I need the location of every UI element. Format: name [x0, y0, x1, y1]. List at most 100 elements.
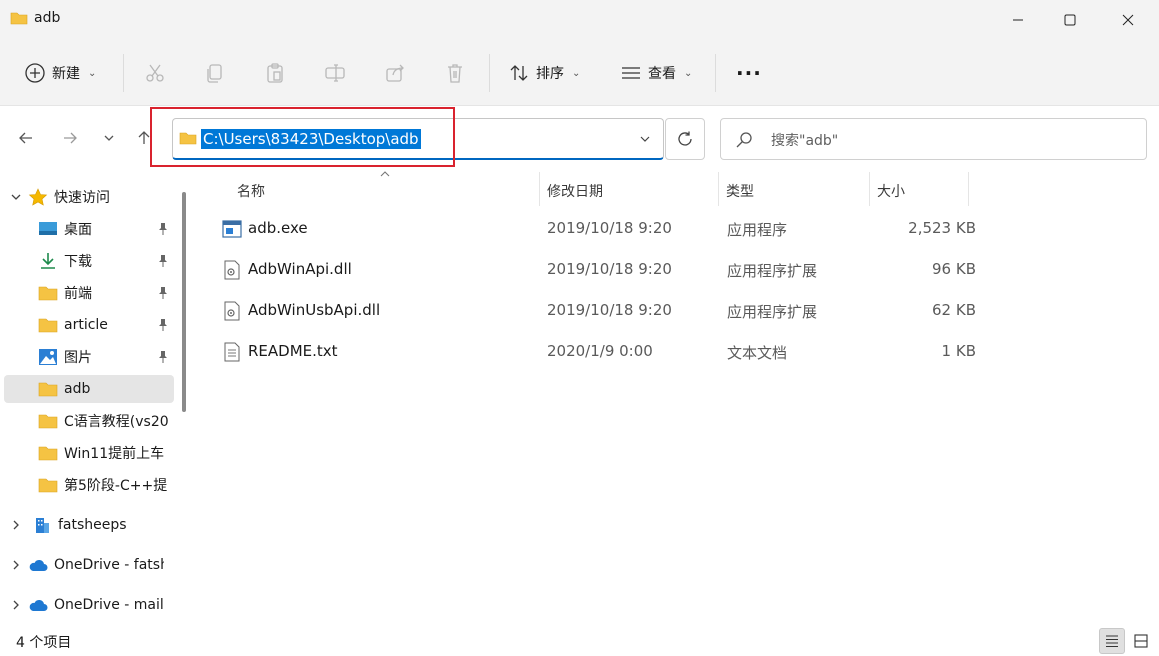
- file-name: adb.exe: [248, 219, 308, 237]
- column-divider[interactable]: [869, 172, 870, 206]
- new-button[interactable]: 新建 ⌄: [24, 58, 96, 88]
- column-date-label: 修改日期: [547, 184, 603, 200]
- chevron-down-icon: ⌄: [572, 67, 581, 79]
- sidebar-item-onedrive-fatsheeps[interactable]: OneDrive - fatsh: [28, 551, 174, 579]
- close-button[interactable]: [1100, 0, 1156, 40]
- folder-icon: [38, 318, 58, 333]
- forward-button[interactable]: [58, 126, 82, 150]
- details-view-button[interactable]: [1099, 628, 1125, 654]
- sidebar-item-frontend[interactable]: 前端: [38, 279, 174, 307]
- column-header-name[interactable]: 名称: [237, 176, 265, 206]
- navigation-pane: 快速访问 桌面 下载 前端 article 图片 adb C语言教程(vs20 …: [0, 170, 192, 626]
- sidebar-item-label: C语言教程(vs20: [64, 414, 169, 430]
- more-icon: ···: [736, 61, 762, 85]
- chevron-down-icon[interactable]: [9, 190, 23, 204]
- table-row[interactable]: AdbWinApi.dll 2019/10/18 9:20 应用程序扩展 96 …: [196, 250, 976, 290]
- search-placeholder: 搜索"adb": [771, 133, 839, 149]
- item-count: 4 个项目: [16, 635, 72, 651]
- back-button[interactable]: [14, 126, 38, 150]
- minimize-button[interactable]: [990, 0, 1046, 40]
- sidebar-item-win11[interactable]: Win11提前上车: [38, 439, 174, 467]
- column-divider[interactable]: [968, 172, 969, 206]
- sidebar-item-onedrive-mail[interactable]: OneDrive - mail.: [28, 591, 174, 619]
- chevron-down-icon[interactable]: [639, 133, 651, 145]
- sidebar-item-desktop[interactable]: 桌面: [38, 215, 174, 243]
- file-name: AdbWinUsbApi.dll: [248, 301, 381, 319]
- pin-icon: [159, 287, 167, 299]
- exe-icon: [222, 220, 242, 238]
- title-bar: adb: [0, 0, 1159, 40]
- table-row[interactable]: AdbWinUsbApi.dll 2019/10/18 9:20 应用程序扩展 …: [196, 291, 976, 331]
- highlight-box: [150, 107, 455, 167]
- recent-locations-button[interactable]: [97, 126, 121, 150]
- refresh-button[interactable]: [665, 118, 705, 160]
- sort-label: 排序: [536, 66, 564, 82]
- pin-icon: [159, 223, 167, 235]
- rename-button[interactable]: [324, 58, 346, 88]
- sidebar-item-label: fatsheeps: [58, 517, 127, 533]
- folder-icon: [10, 12, 28, 25]
- table-row[interactable]: adb.exe 2019/10/18 9:20 应用程序 2,523 KB: [196, 209, 976, 249]
- sidebar-item-article[interactable]: article: [38, 311, 174, 339]
- view-label: 查看: [648, 66, 676, 82]
- sidebar-item-downloads[interactable]: 下载: [38, 247, 174, 275]
- sidebar-item-c-tutorial[interactable]: C语言教程(vs20: [38, 407, 174, 435]
- sidebar-item-adb[interactable]: adb: [4, 375, 174, 403]
- tiles-view-button[interactable]: [1128, 628, 1154, 654]
- cloud-icon: [29, 559, 48, 571]
- file-size: 1 KB: [941, 342, 976, 360]
- sidebar-item-label: adb: [64, 381, 91, 397]
- cut-button[interactable]: [144, 58, 166, 88]
- column-divider[interactable]: [539, 172, 540, 206]
- sidebar-item-label: OneDrive - mail.: [54, 597, 164, 613]
- delete-button[interactable]: [444, 58, 466, 88]
- share-button[interactable]: [384, 58, 406, 88]
- dll-icon: [224, 301, 240, 321]
- folder-icon: [38, 446, 58, 461]
- star-icon: [28, 188, 48, 206]
- column-header-type[interactable]: 类型: [726, 176, 754, 206]
- chevron-down-icon: [104, 135, 114, 141]
- desktop-icon: [39, 222, 57, 235]
- copy-icon: [207, 64, 222, 83]
- sidebar-quick-access[interactable]: 快速访问: [28, 183, 192, 211]
- sort-button[interactable]: 排序 ⌄: [508, 58, 580, 88]
- chevron-right-icon[interactable]: [9, 598, 23, 612]
- view-button[interactable]: 查看 ⌄: [620, 58, 692, 88]
- download-icon: [41, 253, 55, 269]
- file-name: README.txt: [248, 342, 338, 360]
- column-divider[interactable]: [718, 172, 719, 206]
- maximize-button[interactable]: [1042, 0, 1098, 40]
- column-header-size[interactable]: 大小: [877, 176, 905, 206]
- pin-icon: [159, 319, 167, 331]
- copy-button[interactable]: [204, 58, 226, 88]
- search-icon: [736, 132, 752, 148]
- pictures-icon: [39, 349, 57, 365]
- file-date: 2020/1/9 0:00: [547, 342, 653, 360]
- column-header-date[interactable]: 修改日期: [547, 176, 603, 206]
- sidebar-scrollbar[interactable]: [182, 192, 186, 412]
- column-name-label: 名称: [237, 184, 265, 200]
- column-size-label: 大小: [877, 184, 905, 200]
- scissors-icon: [146, 64, 164, 82]
- search-box[interactable]: 搜索"adb": [720, 118, 1147, 160]
- folder-icon: [38, 382, 58, 397]
- chevron-right-icon[interactable]: [9, 518, 23, 532]
- arrow-right-icon: [64, 132, 77, 144]
- chevron-right-icon[interactable]: [9, 558, 23, 572]
- dll-icon: [224, 260, 240, 280]
- sidebar-item-stage5[interactable]: 第5阶段-C++提: [38, 471, 174, 499]
- folder-icon: [38, 286, 58, 301]
- sidebar-item-pictures[interactable]: 图片: [38, 343, 174, 371]
- sidebar-item-fatsheeps[interactable]: fatsheeps: [32, 511, 174, 539]
- paste-button[interactable]: [264, 58, 286, 88]
- txt-icon: [224, 342, 240, 362]
- chevron-down-icon: ⌄: [88, 67, 97, 79]
- table-row[interactable]: README.txt 2020/1/9 0:00 文本文档 1 KB: [196, 332, 976, 372]
- more-button[interactable]: ···: [736, 58, 762, 88]
- file-size: 2,523 KB: [908, 219, 976, 237]
- column-type-label: 类型: [726, 184, 754, 200]
- file-date: 2019/10/18 9:20: [547, 260, 672, 278]
- file-size: 96 KB: [932, 260, 976, 278]
- file-type: 文本文档: [727, 344, 788, 362]
